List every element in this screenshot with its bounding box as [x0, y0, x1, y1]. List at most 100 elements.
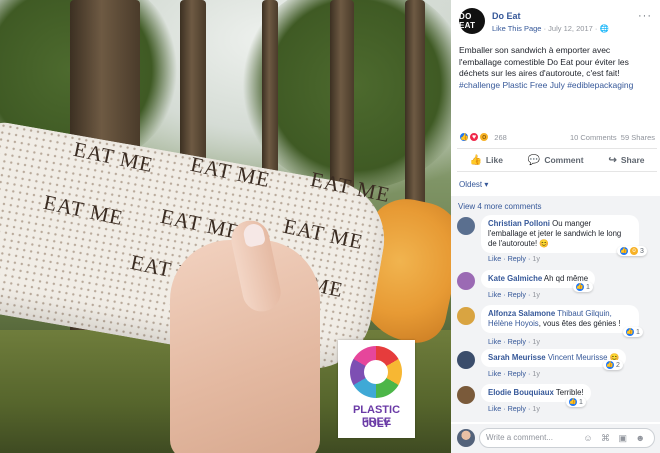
love-reaction-icon[interactable]: ♥ — [469, 132, 480, 143]
comment-actions: Like · Reply · 1y — [488, 254, 540, 263]
commenter-name[interactable]: Alfonza Salamone — [488, 309, 555, 318]
post-date[interactable]: July 12, 2017 — [548, 24, 593, 33]
like-button[interactable]: 👍 Like — [469, 155, 502, 166]
post-actions-bar: 👍 Like 💬 Comment ↪ Share — [457, 148, 657, 172]
thumbs-up-icon: 👍 — [469, 154, 482, 166]
write-comment-placeholder: Write a comment... — [486, 433, 553, 442]
comment-reply-link[interactable]: Reply — [508, 369, 526, 378]
comment-mention[interactable]: Vincent Meurisse — [548, 353, 608, 362]
comment-like-link[interactable]: Like — [488, 290, 501, 299]
comment-reaction-count: 1 — [636, 328, 640, 336]
comment-reactions[interactable]: 👍 1 — [623, 327, 643, 337]
share-arrow-icon: ↪ — [608, 154, 617, 166]
facebook-post-viewer: EAT ME EAT ME EAT ME EAT ME EAT ME EAT M… — [0, 0, 660, 453]
like-reaction-icon: 👍 — [606, 361, 614, 369]
comment-like-link[interactable]: Like — [488, 404, 501, 413]
comment-reply-link[interactable]: Reply — [508, 254, 526, 263]
commenter-name[interactable]: Sarah Meurisse — [488, 353, 546, 362]
plastic-free-july-badge: PLASTIC FREE JULY — [338, 340, 415, 438]
post-side-panel: DO EAT Do Eat Like This Page · July 12, … — [451, 0, 660, 453]
comments-count[interactable]: 10 Comments — [570, 133, 617, 142]
comment-time[interactable]: 1y — [532, 369, 540, 378]
comment-reactions[interactable]: 👍 o 3 — [617, 246, 647, 256]
comment-actions: Like · Reply · 1y — [488, 369, 540, 378]
comment-bubble: Alfonza Salamone Thibaut Gilquin, Hélène… — [481, 305, 639, 333]
comment-label: Comment — [544, 155, 584, 165]
comment-item: Alfonza Salamone Thibaut Gilquin, Hélène… — [457, 305, 657, 353]
page-name-link[interactable]: Do Eat — [492, 11, 521, 21]
haha-reaction-icon: o — [630, 247, 638, 255]
comment-text: Terrible! — [555, 388, 584, 397]
comment-item: Kate Galmiche Ah qd même 👍 1 Like · Repl… — [457, 270, 657, 300]
comment-reply-link[interactable]: Reply — [508, 337, 526, 346]
wow-reaction-icon[interactable]: o — [479, 132, 490, 143]
commenter-name[interactable]: Elodie Bouquiaux — [488, 388, 554, 397]
comment-time[interactable]: 1y — [532, 254, 540, 263]
comment-time[interactable]: 1y — [532, 337, 540, 346]
like-reaction-icon: 👍 — [576, 283, 584, 291]
comment-time[interactable]: 1y — [532, 290, 540, 299]
commenter-avatar[interactable] — [457, 351, 475, 369]
post-meta: Like This Page · July 12, 2017 · 🌐 — [492, 24, 609, 33]
comment-item: Sarah Meurisse Vincent Meurisse 😊 👍 2 Li… — [457, 349, 657, 379]
share-label: Share — [620, 155, 645, 165]
like-label: Like — [485, 155, 503, 165]
logo-center — [364, 360, 388, 384]
comment-reaction-count: 2 — [616, 361, 620, 369]
comment-reaction-count: 3 — [640, 247, 644, 255]
page-avatar[interactable]: DO EAT — [459, 8, 485, 34]
post-body: Emballer son sandwich à emporter avec l'… — [459, 45, 629, 78]
shares-count[interactable]: 59 Shares — [621, 133, 655, 142]
commenter-avatar[interactable] — [457, 272, 475, 290]
share-button[interactable]: ↪ Share — [609, 155, 645, 166]
post-header: DO EAT Do Eat Like This Page · July 12, … — [459, 8, 654, 38]
comment-actions: Like · Reply · 1y — [488, 290, 540, 299]
comment-sort-dropdown[interactable]: Oldest ▾ — [459, 180, 488, 189]
reaction-count[interactable]: 268 — [494, 133, 507, 142]
comment-reactions[interactable]: 👍 1 — [573, 282, 593, 292]
like-reaction-icon: 👍 — [569, 398, 577, 406]
smile-emoji-icon: 😊 — [539, 239, 550, 248]
globe-icon: 🌐 — [599, 24, 609, 33]
comment-time[interactable]: 1y — [532, 404, 540, 413]
post-photo[interactable]: EAT ME EAT ME EAT ME EAT ME EAT ME EAT M… — [0, 0, 451, 453]
write-comment-input[interactable]: Write a comment... ☺ ⌘ ▣ ☻ — [479, 428, 655, 448]
commenter-avatar[interactable] — [457, 307, 475, 325]
comment-like-link[interactable]: Like — [488, 369, 501, 378]
composer-attachment-icons[interactable]: ☺ ⌘ ▣ ☻ — [583, 429, 648, 447]
post-stats: 👍 ♥ o 268 10 Comments 59 Shares — [459, 132, 655, 144]
comment-reply-link[interactable]: Reply — [508, 290, 526, 299]
comment-button[interactable]: 💬 Comment — [528, 155, 584, 166]
commenter-avatar[interactable] — [457, 386, 475, 404]
commenter-avatar[interactable] — [457, 217, 475, 235]
commenter-name[interactable]: Christian Polloni — [488, 219, 550, 228]
comment-like-link[interactable]: Like — [488, 254, 501, 263]
like-reaction-icon: 👍 — [620, 247, 628, 255]
meta-separator: · — [594, 24, 598, 33]
like-page-link[interactable]: Like This Page — [492, 24, 541, 33]
comment-text: , vous êtes des génies ! — [538, 319, 621, 328]
more-options-button[interactable]: ··· — [638, 10, 652, 22]
comments-shares-count: 10 Comments 59 Shares — [570, 133, 655, 142]
comment-actions: Like · Reply · 1y — [488, 337, 540, 346]
comment-reaction-count: 1 — [586, 283, 590, 291]
viewer-avatar — [457, 429, 475, 447]
comment-like-link[interactable]: Like — [488, 337, 501, 346]
comment-composer: Write a comment... ☺ ⌘ ▣ ☻ — [451, 424, 660, 453]
comment-reactions[interactable]: 👍 1 — [566, 397, 586, 407]
comment-reply-link[interactable]: Reply — [508, 404, 526, 413]
comment-reaction-count: 1 — [579, 398, 583, 406]
commenter-name[interactable]: Kate Galmiche — [488, 274, 542, 283]
comment-reactions[interactable]: 👍 2 — [603, 360, 623, 370]
badge-text-line2: JULY — [362, 418, 391, 430]
comments-section: View 4 more comments Christian Polloni O… — [451, 196, 660, 422]
comment-item: Christian Polloni Ou manger l'emballage … — [457, 215, 657, 263]
comment-actions: Like · Reply · 1y — [488, 404, 540, 413]
post-text: Emballer son sandwich à emporter avec l'… — [459, 45, 651, 91]
comment-item: Elodie Bouquiaux Terrible! 👍 1 Like · Re… — [457, 384, 657, 414]
post-hashtags[interactable]: #challenge Plastic Free July #ediblepack… — [459, 80, 633, 90]
like-reaction-icon: 👍 — [626, 328, 634, 336]
like-reaction-icon[interactable]: 👍 — [459, 132, 469, 143]
view-more-comments-link[interactable]: View 4 more comments — [458, 202, 541, 211]
speech-bubble-icon: 💬 — [527, 154, 541, 166]
